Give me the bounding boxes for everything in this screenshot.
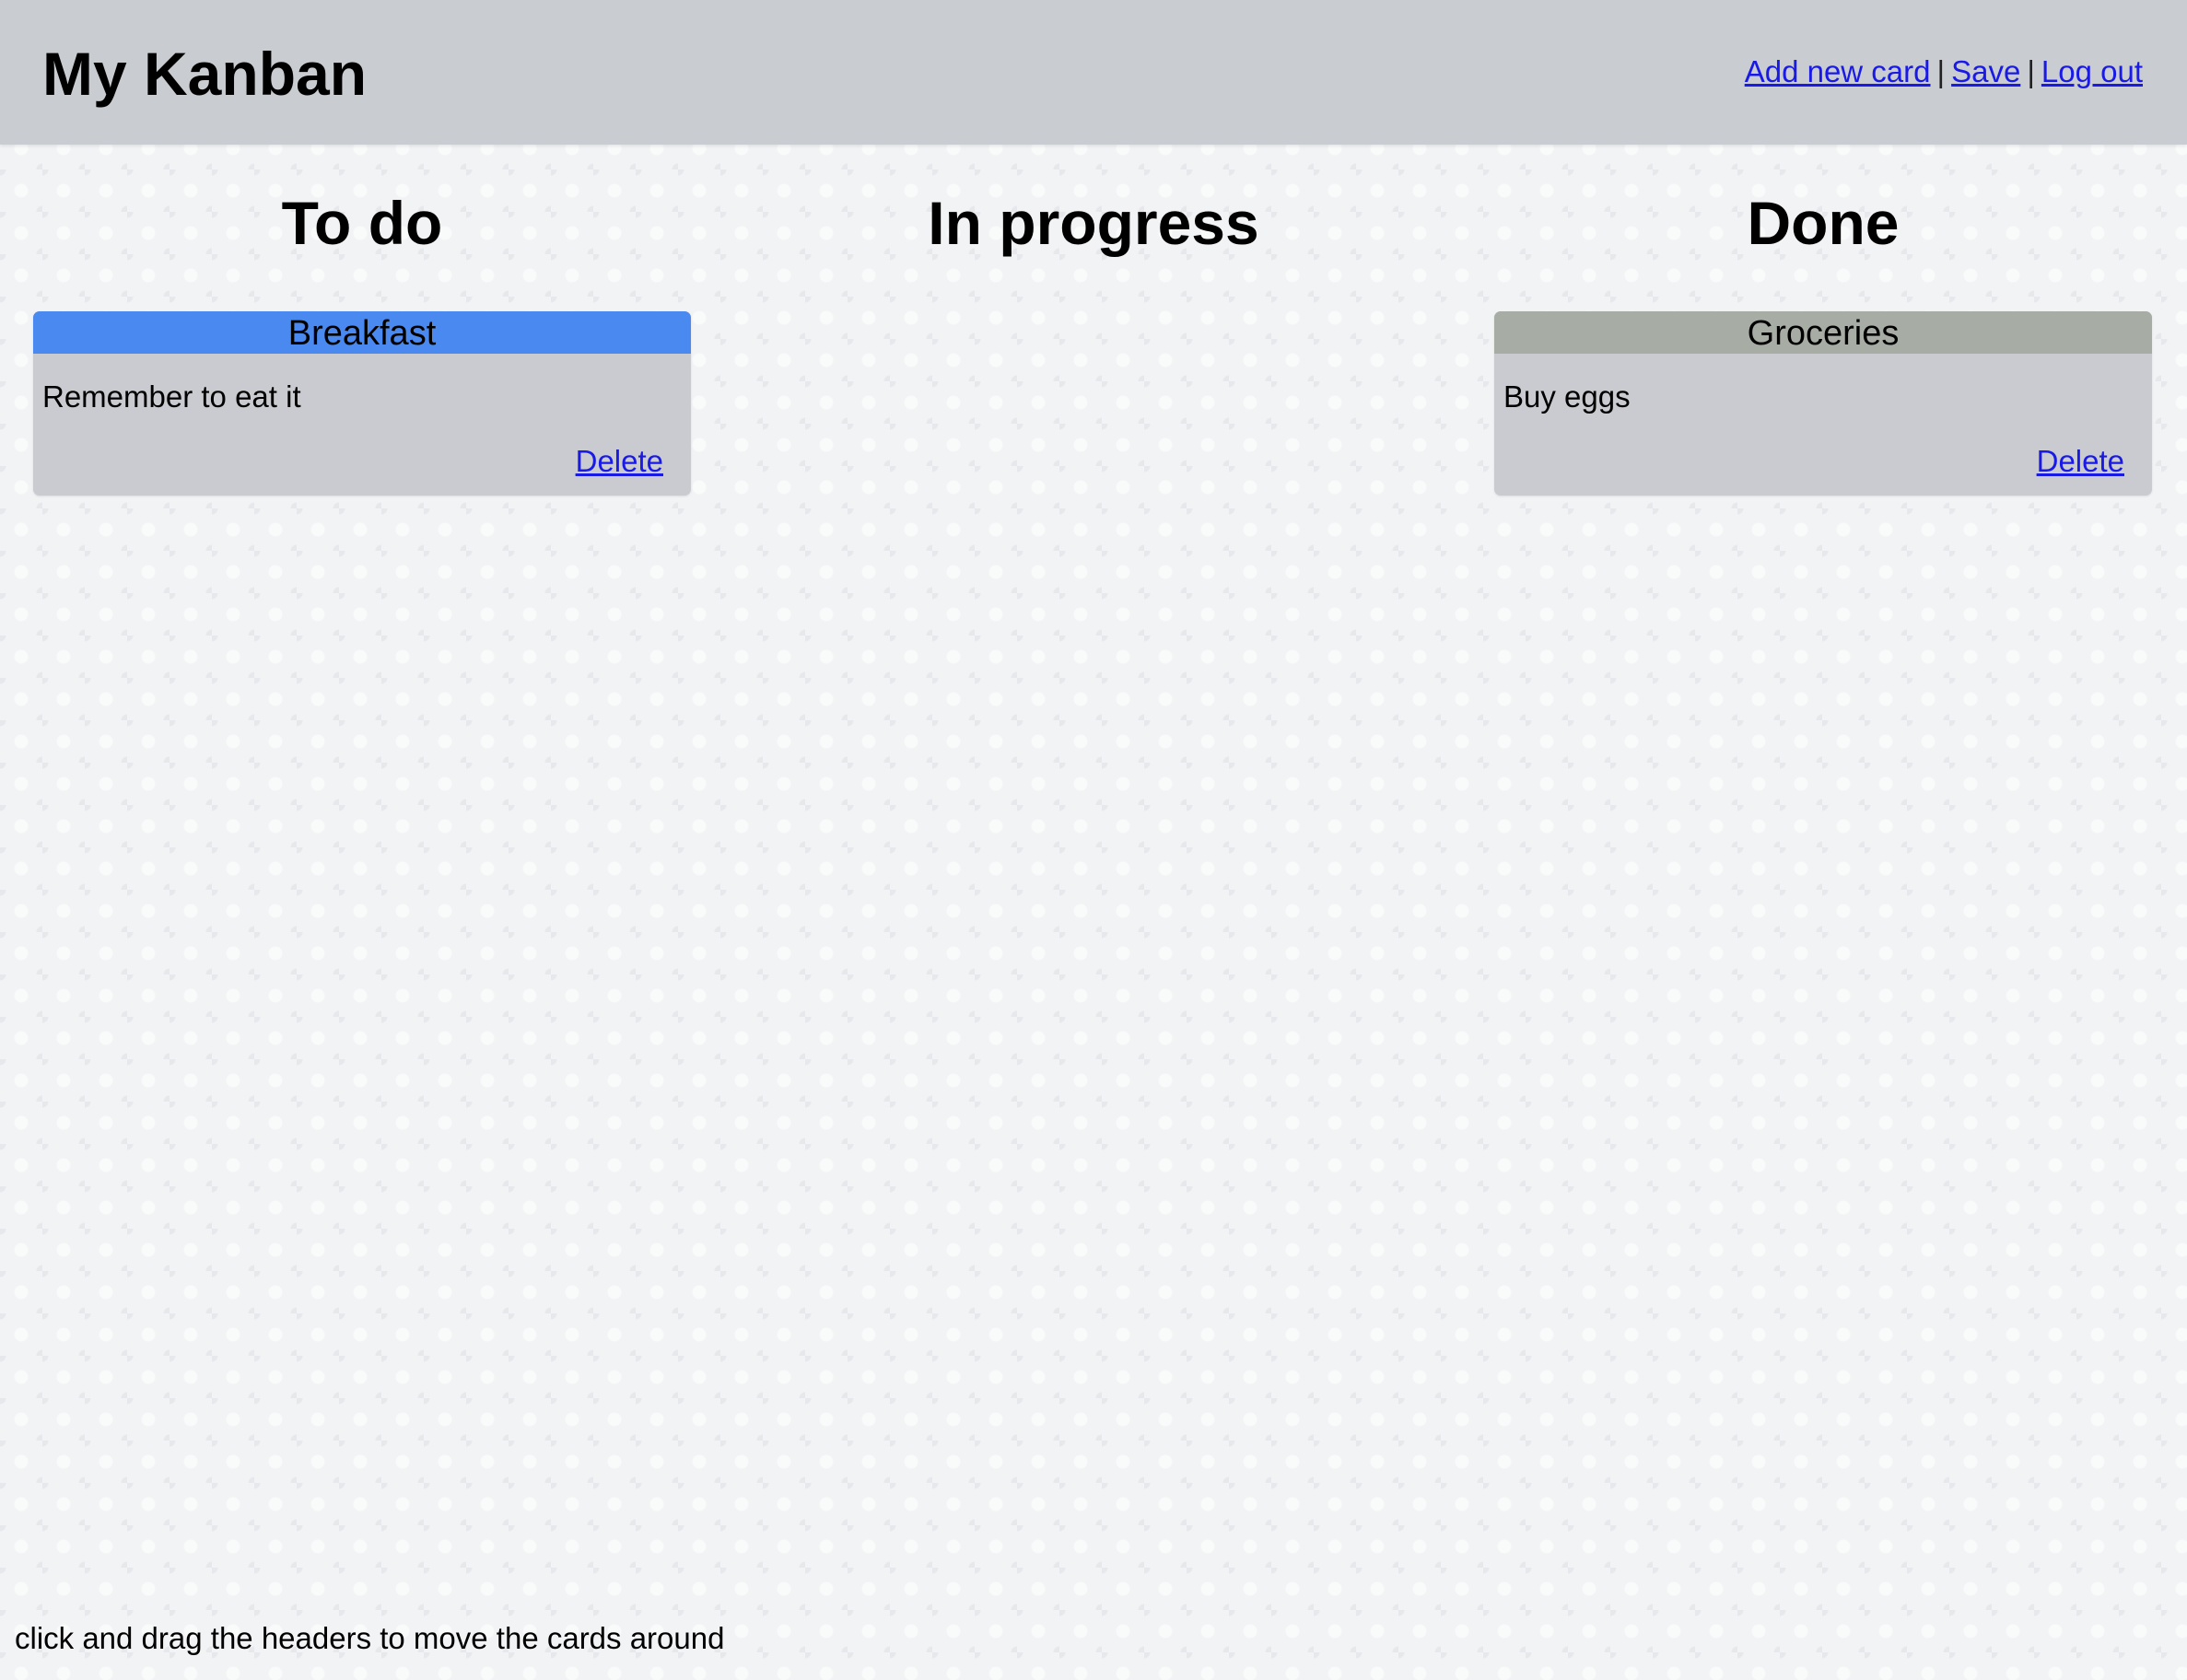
delete-card-link[interactable]: Delete [2037,442,2124,481]
card-text: Remember to eat it [42,379,301,414]
add-new-card-link[interactable]: Add new card [1745,54,1931,88]
log-out-link[interactable]: Log out [2041,54,2143,88]
column-title: Done [1747,189,1900,257]
card-breakfast: Breakfast Remember to eat it Delete [33,311,691,496]
card-groceries: Groceries Buy eggs Delete [1494,311,2152,496]
column-title: To do [281,189,443,257]
column-done: Done Groceries Buy eggs Delete [1494,145,2152,496]
card-header-drag-handle[interactable]: Groceries [1494,311,2152,354]
top-bar: My Kanban Add new card | Save | Log out [0,0,2187,145]
card-header-drag-handle[interactable]: Breakfast [33,311,691,354]
app-title: My Kanban [42,40,368,108]
column-title: In progress [928,189,1259,257]
nav-separator: | [2027,54,2035,88]
save-link[interactable]: Save [1951,54,2020,88]
column-to-do: To do Breakfast Remember to eat it Delet… [33,145,691,496]
top-nav: Add new card | Save | Log out [1745,48,2143,96]
drag-hint: click and drag the headers to move the c… [15,1621,725,1655]
delete-card-link[interactable]: Delete [576,442,663,481]
column-in-progress: In progress [765,145,1422,301]
nav-separator: | [1936,54,1946,88]
card-text: Buy eggs [1503,379,1631,414]
